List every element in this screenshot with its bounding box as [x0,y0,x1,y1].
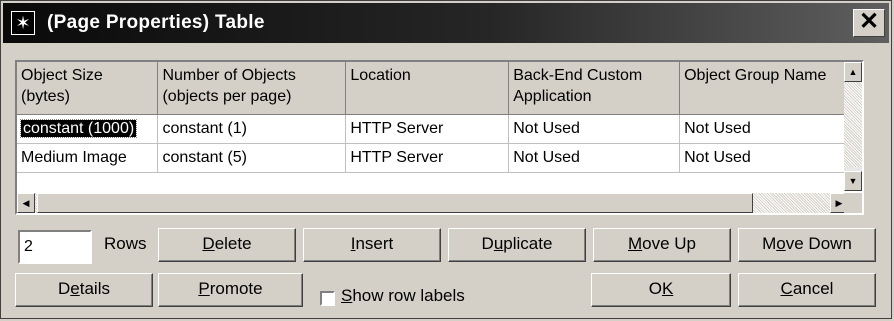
table-cell[interactable]: HTTP Server [345,143,510,173]
table-row: Medium Image constant (5) HTTP Server No… [17,143,847,173]
vertical-scrollbar[interactable]: ▲ ▼ [844,62,862,191]
table-cell[interactable]: constant (1) [157,114,347,144]
table-cell[interactable]: Medium Image [17,143,159,173]
scrollbar-corner [844,193,862,213]
duplicate-button[interactable]: Duplicate [448,228,586,262]
arrow-up-icon: ▲ [848,67,858,77]
table-cell[interactable]: HTTP Server [345,114,510,144]
ok-button[interactable]: OK [591,273,731,307]
show-row-labels-label[interactable]: Show row labels [341,286,465,306]
table-cell[interactable]: Not Used [508,143,681,173]
column-header-location[interactable]: Location [345,62,510,115]
promote-button[interactable]: Promote [158,273,303,307]
table-header-row: Object Size (bytes) Number of Objects (obj… [17,62,847,115]
rows-label: Rows [104,234,147,253]
vertical-scroll-track[interactable] [844,82,862,167]
properties-table: Object Size (bytes) Number of Objects (obj… [15,60,864,215]
horizontal-scroll-thumb[interactable] [37,193,753,213]
table-row: constant (1000) constant (1) HTTP Server… [17,114,847,144]
column-header-object-group-name[interactable]: Object Group Name [679,62,847,115]
column-header-object-size[interactable]: Object Size (bytes) [17,62,159,115]
scroll-left-button[interactable]: ◀ [17,193,35,213]
table-cell[interactable]: Not Used [508,114,681,144]
insert-button[interactable]: Insert [303,228,441,262]
title-bar[interactable]: ✶ (Page Properties) Table ✕ [3,3,889,43]
table-cell[interactable]: Not Used [679,114,847,144]
close-icon: ✕ [858,8,880,35]
scroll-down-button[interactable]: ▼ [844,171,862,191]
delete-button[interactable]: Delete [158,228,296,262]
move-down-button[interactable]: Move Down [738,228,876,262]
close-button[interactable]: ✕ [853,9,885,37]
page-properties-dialog: ✶ (Page Properties) Table ✕ Object Size(… [0,0,892,319]
app-star-icon: ✶ [11,11,35,35]
details-button[interactable]: Details [15,273,153,307]
arrow-down-icon: ▼ [848,176,858,186]
window-title: (Page Properties) Table [47,12,265,33]
arrow-right-icon: ▶ [835,198,843,208]
scroll-up-button[interactable]: ▲ [844,62,862,82]
column-header-back-end-custom-application[interactable]: Back-End Custom Application [508,62,681,115]
horizontal-scrollbar[interactable]: ◀ ▶ [17,193,848,213]
table-cell[interactable]: Not Used [679,143,847,173]
arrow-left-icon: ◀ [22,198,30,208]
show-row-labels-checkbox[interactable] [320,291,335,306]
move-up-button[interactable]: Move Up [593,228,731,262]
rows-count-input[interactable]: 2 [18,230,92,264]
table-cell-selected[interactable]: constant (1000) [17,114,159,144]
column-header-number-of-objects[interactable]: Number of Objects (objects per page) [157,62,347,115]
cancel-button[interactable]: Cancel [738,273,876,307]
table-cell[interactable]: constant (5) [157,143,347,173]
